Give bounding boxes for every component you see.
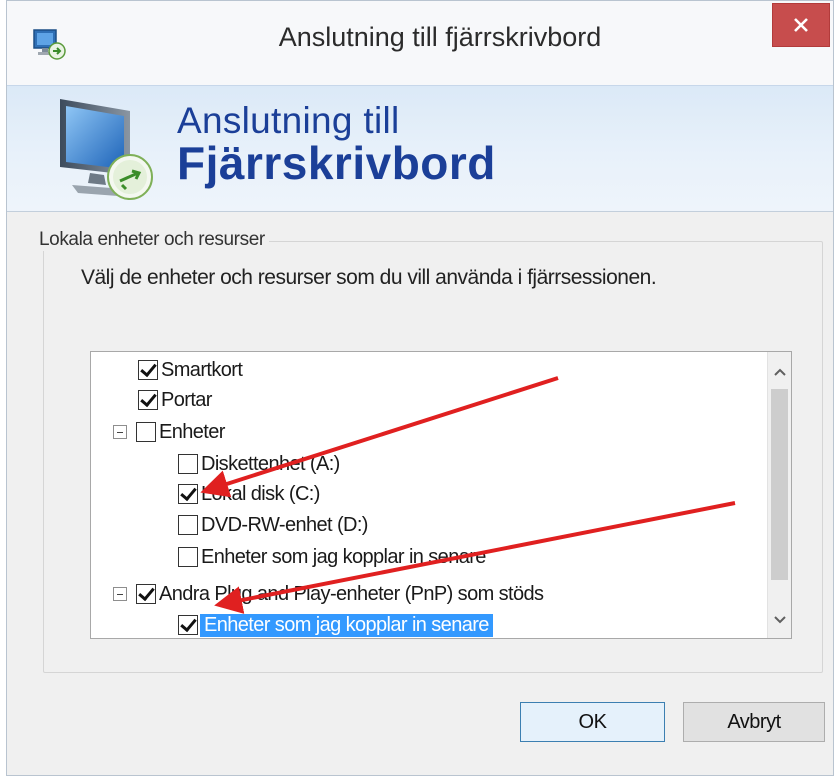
tree-item-later-pnp-devices[interactable]: Enheter som jag kopplar in senare bbox=[178, 610, 493, 638]
chevron-up-icon bbox=[774, 368, 786, 376]
ok-button[interactable]: OK bbox=[520, 702, 665, 742]
chevron-down-icon bbox=[774, 616, 786, 624]
collapse-icon[interactable] bbox=[113, 425, 127, 439]
tree-item-later-drives[interactable]: Enheter som jag kopplar in senare bbox=[178, 542, 486, 572]
remote-desktop-icon bbox=[60, 99, 153, 200]
checkbox[interactable] bbox=[136, 422, 156, 442]
tree-item-drives[interactable]: Enheter bbox=[113, 417, 225, 447]
tree-item-floppy-drive[interactable]: Diskettenhet (A:) bbox=[178, 449, 340, 479]
tree-item-smartcard[interactable]: Smartkort bbox=[138, 355, 243, 385]
checkbox[interactable] bbox=[178, 547, 198, 567]
tree-item-ports[interactable]: Portar bbox=[138, 385, 212, 415]
scroll-up-button[interactable] bbox=[768, 358, 791, 386]
checkbox[interactable] bbox=[178, 484, 198, 504]
device-tree[interactable]: Smartkort Portar Enheter Diskettenhet (A… bbox=[90, 351, 792, 639]
collapse-icon[interactable] bbox=[113, 587, 127, 601]
window-title: Anslutning till fjärrskrivbord bbox=[278, 22, 602, 52]
vertical-scrollbar[interactable] bbox=[767, 352, 791, 638]
banner-title-line2: Fjärrskrivbord bbox=[177, 137, 496, 189]
tree-item-pnp-devices[interactable]: Andra Plug and Play-enheter (PnP) som st… bbox=[113, 579, 544, 609]
tree-item-label: Diskettenhet (A:) bbox=[201, 452, 340, 475]
checkbox[interactable] bbox=[178, 515, 198, 535]
tree-item-label: Andra Plug and Play-enheter (PnP) som st… bbox=[159, 582, 544, 605]
checkbox[interactable] bbox=[136, 584, 156, 604]
close-button[interactable] bbox=[772, 3, 830, 47]
instruction-text: Välj de enheter och resurser som du vill… bbox=[81, 266, 657, 289]
checkbox[interactable] bbox=[138, 390, 158, 410]
cancel-button[interactable]: Avbryt bbox=[683, 702, 825, 742]
tree-item-label: Lokal disk (C:) bbox=[201, 482, 320, 505]
tree-item-label: Smartkort bbox=[161, 358, 243, 381]
checkbox[interactable] bbox=[138, 360, 158, 380]
tree-item-label: Enheter som jag kopplar in senare bbox=[200, 613, 493, 637]
checkbox[interactable] bbox=[178, 615, 198, 635]
remote-desktop-dialog: Anslutning till fjärrskrivbord Anslutnin… bbox=[6, 0, 834, 776]
tree-item-dvd-drive[interactable]: DVD-RW-enhet (D:) bbox=[178, 510, 368, 540]
tree-item-label: Portar bbox=[161, 388, 212, 411]
tree-item-label: Enheter som jag kopplar in senare bbox=[201, 545, 486, 568]
close-icon bbox=[794, 18, 808, 32]
group-title: Lokala enheter och resurser bbox=[39, 229, 269, 251]
scroll-down-button[interactable] bbox=[768, 606, 791, 634]
scroll-thumb[interactable] bbox=[771, 389, 788, 580]
checkbox[interactable] bbox=[178, 454, 198, 474]
header-banner: Anslutning till Fjärrskrivbord bbox=[7, 85, 833, 212]
title-bar: Anslutning till fjärrskrivbord bbox=[7, 1, 833, 85]
tree-item-local-disk[interactable]: Lokal disk (C:) bbox=[178, 479, 320, 509]
tree-item-label: DVD-RW-enhet (D:) bbox=[201, 513, 368, 536]
tree-item-label: Enheter bbox=[159, 420, 225, 443]
